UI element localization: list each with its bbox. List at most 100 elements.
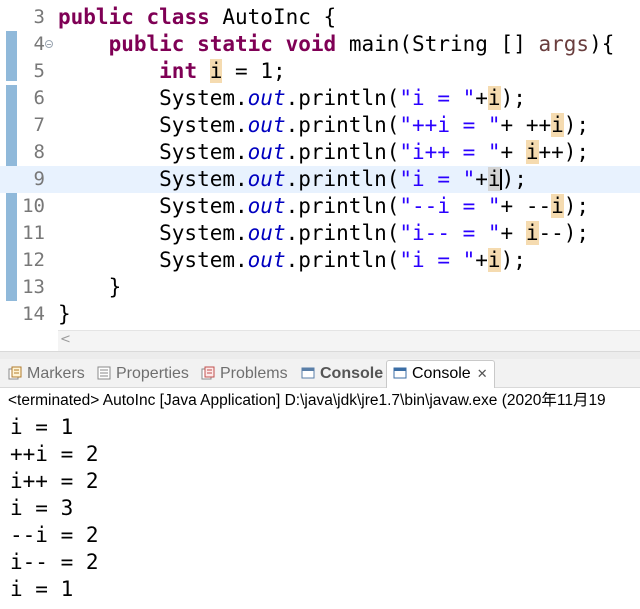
code-line[interactable]: 6 System.out.println("i = "+i); (0, 85, 640, 112)
code-text: System.out.println("i = "+i); (58, 247, 526, 274)
properties-icon (97, 363, 111, 380)
code-line[interactable]: 13 } (0, 274, 640, 301)
line-number: 6 (33, 87, 45, 109)
code-token: .println( (285, 86, 400, 110)
close-icon[interactable]: ✕ (477, 366, 488, 381)
field-token: out (247, 113, 286, 137)
line-number: 14 (22, 303, 45, 325)
console-output-line: i++ = 2 (10, 469, 99, 493)
code-token: + (475, 167, 488, 191)
code-text: System.out.println("i-- = "+ i--); (58, 220, 589, 247)
keyword-token: int (159, 59, 198, 83)
tab-properties[interactable]: Properties (97, 361, 189, 387)
occurrence-token: i (487, 86, 501, 110)
line-number: 7 (33, 114, 45, 136)
string-token: "i = " (399, 86, 476, 110)
occurrence-token: i (487, 248, 501, 272)
code-token: System. (58, 194, 248, 218)
code-token: ++); (538, 140, 590, 164)
occurrence-token: i (551, 113, 564, 137)
tab-problems[interactable]: Problems (201, 361, 288, 387)
code-line[interactable]: 3 public class AutoInc { (0, 4, 640, 31)
line-number: 10 (22, 195, 45, 217)
string-token: "i = " (399, 248, 476, 272)
code-token: ); (500, 86, 526, 110)
code-line[interactable]: 14} (0, 301, 640, 328)
field-token: out (247, 167, 286, 191)
console-output-line: i = 3 (10, 496, 74, 520)
code-token: System. (58, 86, 248, 110)
console-output[interactable]: i = 1 ++i = 2 i++ = 2 i = 3 --i = 2 i-- … (10, 414, 99, 603)
code-token: --); (538, 221, 590, 245)
code-text: System.out.println("i++ = "+ i++); (58, 139, 589, 166)
tab-markers[interactable]: Markers (8, 361, 85, 387)
code-text: } (58, 274, 122, 301)
scroll-left-arrow[interactable]: < (60, 332, 71, 347)
code-token: ); (500, 248, 526, 272)
line-number: 4 (33, 33, 45, 55)
string-token: "i++ = " (399, 140, 501, 164)
code-text: System.out.println("--i = "+ --i); (58, 193, 589, 220)
code-text: int i = 1; (58, 58, 286, 85)
line-number: 5 (33, 60, 45, 82)
keyword-token: public (58, 5, 134, 29)
variable-token: args (538, 32, 590, 56)
code-token: + (475, 86, 488, 110)
code-token: System. (58, 113, 248, 137)
occurrence-token: i (551, 194, 564, 218)
code-line[interactable]: 9 System.out.println("i = "+i); (0, 166, 640, 193)
code-token: .println( (285, 248, 400, 272)
console-output-line: i = 1 (10, 415, 74, 439)
tab-console-active[interactable]: Console ✕ (386, 360, 495, 388)
code-token: System. (58, 167, 248, 191)
code-text: System.out.println("i = "+i); (58, 85, 526, 112)
tab-console-inactive[interactable]: Console (301, 361, 383, 387)
console-output-line: i-- = 2 (10, 550, 99, 574)
code-token: } (58, 302, 71, 326)
code-line[interactable]: 5 int i = 1; (0, 58, 640, 85)
field-token: out (247, 221, 286, 245)
code-line[interactable]: 4− public static void main(String [] arg… (0, 31, 640, 58)
keyword-token: static (197, 32, 273, 56)
console-process-header: <terminated> AutoInc [Java Application] … (8, 392, 606, 409)
field-token: out (247, 248, 286, 272)
occurrence-token: i (525, 221, 539, 245)
occurrence-token: i (525, 140, 539, 164)
code-editor[interactable]: 3 public class AutoInc {4− public static … (0, 0, 640, 332)
keyword-token: class (146, 5, 210, 29)
fold-toggle-icon[interactable]: − (45, 40, 53, 49)
string-token: "--i = " (399, 194, 501, 218)
code-token: = 1; (222, 59, 286, 83)
code-token: AutoInc { (209, 5, 337, 29)
code-token: .println( (285, 113, 400, 137)
code-token: System. (58, 140, 248, 164)
code-token: .println( (285, 194, 400, 218)
field-token: out (247, 194, 286, 218)
tab-markers-label: Markers (27, 365, 85, 382)
code-token: + -- (500, 194, 552, 218)
tab-properties-label: Properties (116, 365, 189, 382)
horizontal-scrollbar[interactable]: < (58, 330, 640, 351)
code-line[interactable]: 12 System.out.println("i = "+i); (0, 247, 640, 274)
code-line[interactable]: 8 System.out.println("i++ = "+ i++); (0, 139, 640, 166)
code-line[interactable]: 10 System.out.println("--i = "+ --i); (0, 193, 640, 220)
code-token: + ++ (500, 113, 552, 137)
code-token: } (58, 275, 122, 299)
line-number: 3 (33, 6, 45, 28)
line-number: 9 (33, 168, 45, 190)
code-text: public static void main(String [] args){ (58, 31, 615, 58)
code-line[interactable]: 11 System.out.println("i-- = "+ i--); (0, 220, 640, 247)
console-output-line: ++i = 2 (10, 442, 99, 466)
code-line[interactable]: 7 System.out.println("++i = "+ ++i); (0, 112, 640, 139)
tab-console-active-label: Console (412, 365, 471, 382)
occurrence-token: i (209, 59, 223, 83)
string-token: "++i = " (399, 113, 501, 137)
view-tabbar: Markers Properties Problems Console Cons… (0, 359, 640, 388)
line-number: 13 (22, 276, 45, 298)
console-icon (301, 363, 315, 379)
